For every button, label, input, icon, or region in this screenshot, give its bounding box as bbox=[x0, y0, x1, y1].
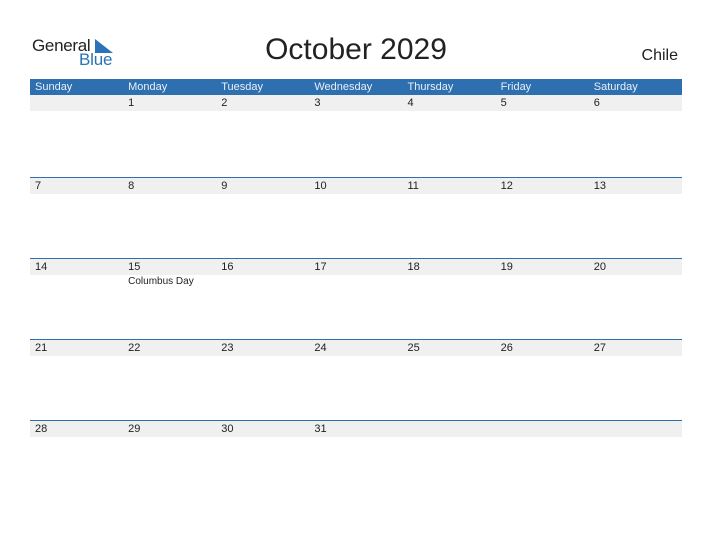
day-number: 7 bbox=[35, 180, 42, 192]
day-number: 28 bbox=[35, 423, 48, 435]
day-number: 24 bbox=[314, 342, 327, 354]
day-number: 17 bbox=[314, 261, 327, 273]
day-event bbox=[403, 275, 496, 289]
weekday-sunday: Sunday bbox=[35, 81, 73, 93]
day-number: 16 bbox=[221, 261, 234, 273]
day-number: 19 bbox=[500, 261, 513, 273]
day-number-row: 14 15 16 17 18 19 20 bbox=[30, 259, 682, 275]
day-number: 23 bbox=[221, 342, 234, 354]
day-number: 25 bbox=[407, 342, 420, 354]
country-label: Chile bbox=[641, 47, 678, 64]
day-event bbox=[30, 275, 123, 289]
weekday-friday: Friday bbox=[500, 81, 532, 93]
week-row: 14 15 16 17 18 19 20 Columbus Day bbox=[30, 258, 682, 289]
day-number bbox=[403, 421, 496, 437]
week-row: 21 22 23 24 25 26 27 bbox=[30, 339, 682, 356]
day-number: 14 bbox=[35, 261, 48, 273]
day-number-row: 28 29 30 31 bbox=[30, 421, 682, 437]
day-number: 29 bbox=[128, 423, 141, 435]
day-number: 18 bbox=[407, 261, 420, 273]
day-event bbox=[496, 275, 589, 289]
weekday-wednesday: Wednesday bbox=[314, 81, 373, 93]
day-number: 1 bbox=[128, 97, 135, 109]
day-number: 21 bbox=[35, 342, 48, 354]
day-number-row: 1 2 3 4 5 6 bbox=[30, 95, 682, 111]
day-number: 13 bbox=[593, 180, 606, 192]
weekday-saturday: Saturday bbox=[593, 81, 638, 93]
day-number: 12 bbox=[500, 180, 513, 192]
week-row: 28 29 30 31 bbox=[30, 420, 682, 437]
day-event bbox=[309, 275, 402, 289]
weekday-tuesday: Tuesday bbox=[221, 81, 264, 93]
day-number: 10 bbox=[314, 180, 327, 192]
day-number: 31 bbox=[314, 423, 327, 435]
week-row: 1 2 3 4 5 6 bbox=[30, 95, 682, 111]
day-event bbox=[589, 275, 682, 289]
day-number: 20 bbox=[593, 261, 606, 273]
day-number: 2 bbox=[221, 97, 228, 109]
day-number: 27 bbox=[593, 342, 606, 354]
day-number bbox=[589, 421, 682, 437]
weekday-thursday: Thursday bbox=[407, 81, 454, 93]
day-number: 4 bbox=[407, 97, 414, 109]
events-row: Columbus Day bbox=[30, 275, 682, 289]
day-number: 6 bbox=[593, 97, 600, 109]
day-number: 11 bbox=[407, 180, 419, 192]
day-number: 22 bbox=[128, 342, 141, 354]
day-number bbox=[496, 421, 589, 437]
day-number: 8 bbox=[128, 180, 135, 192]
week-row: 7 8 9 10 11 12 13 bbox=[30, 177, 682, 194]
weekday-header: Sunday Monday Tuesday Wednesday Thursday Frid… bbox=[30, 79, 682, 95]
day-number: 9 bbox=[221, 180, 228, 192]
day-number: 5 bbox=[500, 97, 507, 109]
calendar-title: October 2029 bbox=[265, 33, 447, 66]
weekday-monday: Monday bbox=[128, 81, 168, 93]
day-number: 3 bbox=[314, 97, 321, 109]
day-number bbox=[30, 95, 123, 111]
day-number: 26 bbox=[500, 342, 513, 354]
day-event: Columbus Day bbox=[128, 276, 194, 287]
day-number: 15 bbox=[128, 261, 141, 273]
day-number-row: 7 8 9 10 11 12 13 bbox=[30, 178, 682, 194]
day-number: 30 bbox=[221, 423, 234, 435]
day-event bbox=[216, 275, 309, 289]
day-number-row: 21 22 23 24 25 26 27 bbox=[30, 340, 682, 356]
